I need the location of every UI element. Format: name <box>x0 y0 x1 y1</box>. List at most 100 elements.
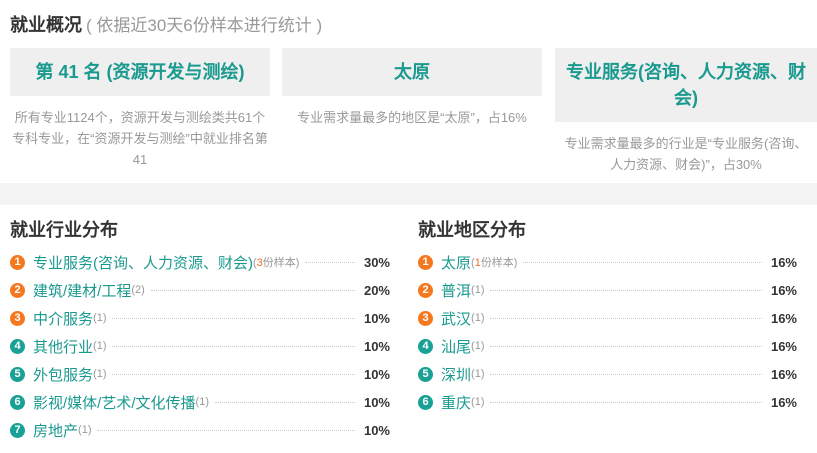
industry-name-link[interactable]: 建筑/建材/工程 <box>33 280 131 301</box>
sample-count-close: 份样本) <box>480 257 518 269</box>
industry-row: 2 建筑/建材/工程 (2) 20% <box>10 276 390 304</box>
region-row: 6 重庆 (1) 16% <box>418 388 797 416</box>
sample-count-note: (1) <box>196 396 209 408</box>
overview-subtitle: ( 依据近30天6份样本进行统计 ) <box>86 16 323 35</box>
dotted-leader <box>150 289 355 291</box>
region-row: 5 深圳 (1) 16% <box>418 360 797 388</box>
region-name-link[interactable]: 重庆 <box>441 392 471 413</box>
sample-count-close: ) <box>480 284 485 296</box>
industry-percentage: 10% <box>363 422 390 438</box>
region-name-link[interactable]: 汕尾 <box>441 336 471 357</box>
industry-row: 4 其他行业 (1) 10% <box>10 332 390 360</box>
overview-card-rank: 第 41 名 (资源开发与测绘) <box>10 48 270 96</box>
overview-card-industry-desc: 专业需求量最多的行业是“专业服务(咨询、人力资源、财会)”，占30% <box>564 136 808 172</box>
industry-row: 6 影视/媒体/艺术/文化传播 (1) 10% <box>10 388 390 416</box>
sample-count-close: ) <box>480 396 485 408</box>
sample-count-note: (1) <box>78 424 91 436</box>
sample-count-note: (1) <box>471 284 484 296</box>
sample-count-close: ) <box>205 396 209 408</box>
region-name-link[interactable]: 普洱 <box>441 280 471 301</box>
dotted-leader <box>490 317 762 319</box>
section-divider <box>0 183 817 205</box>
dotted-leader <box>490 289 762 291</box>
overview-card-industry: 专业服务(咨询、人力资源、财会) <box>555 48 817 122</box>
sample-count-close: ) <box>102 312 107 324</box>
industry-name-link[interactable]: 外包服务 <box>33 364 93 385</box>
industry-row: 1 专业服务(咨询、人力资源、财会) (3份样本) 30% <box>10 248 390 276</box>
dotted-leader <box>490 401 762 403</box>
region-row: 3 武汉 (1) 16% <box>418 304 797 332</box>
sample-count-close: ) <box>480 340 485 352</box>
overview-title: 就业概况 <box>10 15 82 35</box>
overview-card-region: 太原 <box>282 48 542 96</box>
industry-row: 5 外包服务 (1) 10% <box>10 360 390 388</box>
overview-card-rank-desc: 所有专业1124个，资源开发与测绘类共61个专科专业，在“资源开发与测绘”中就业… <box>12 110 268 167</box>
rank-badge: 5 <box>418 366 433 382</box>
dotted-leader <box>112 345 355 347</box>
sample-count-note: (1) <box>471 340 484 352</box>
rank-badge: 3 <box>10 310 25 326</box>
dotted-leader <box>490 345 762 347</box>
region-name-link[interactable]: 深圳 <box>441 364 471 385</box>
rank-badge: 7 <box>10 422 25 438</box>
dotted-leader <box>490 373 762 375</box>
dotted-leader <box>112 373 355 375</box>
industry-percentage: 10% <box>363 338 390 354</box>
dotted-leader <box>112 317 355 319</box>
industry-name-link[interactable]: 影视/媒体/艺术/文化传播 <box>33 392 196 413</box>
rank-badge: 4 <box>10 338 25 354</box>
sample-count-close: ) <box>141 284 145 296</box>
dotted-leader <box>97 429 355 431</box>
sample-count-close: 份样本) <box>262 257 300 269</box>
region-percentage: 16% <box>770 366 797 382</box>
industry-row: 3 中介服务 (1) 10% <box>10 304 390 332</box>
overview-card-industry-headline: 专业服务(咨询、人力资源、财会) <box>566 62 806 108</box>
industry-section-title: 就业行业分布 <box>10 220 118 240</box>
region-row: 4 汕尾 (1) 16% <box>418 332 797 360</box>
sample-count-note: (2) <box>131 284 144 296</box>
region-percentage: 16% <box>770 338 797 354</box>
industry-percentage: 20% <box>363 282 390 298</box>
industry-name-link[interactable]: 中介服务 <box>33 308 93 329</box>
sample-count-close: ) <box>480 312 485 324</box>
region-list: 1 太原 (1份样本) 16% 2 普洱 (1) 16% 3 武汉 (1) 16% 4 汕尾 (1) 16% 5… <box>418 248 797 416</box>
industry-percentage: 10% <box>363 310 390 326</box>
region-percentage: 16% <box>770 254 797 270</box>
sample-count-close: ) <box>102 368 107 380</box>
region-row: 2 普洱 (1) 16% <box>418 276 797 304</box>
sample-count-note: (1) <box>471 368 484 380</box>
overview-header: 就业概况( 依据近30天6份样本进行统计 ) <box>10 13 322 39</box>
rank-badge: 4 <box>418 338 433 354</box>
rank-badge: 1 <box>418 254 433 270</box>
sample-count-close: ) <box>102 340 107 352</box>
region-name-link[interactable]: 太原 <box>441 252 471 273</box>
industry-percentage: 30% <box>363 254 390 270</box>
industry-name-link[interactable]: 房地产 <box>33 420 78 441</box>
overview-card-region-headline: 太原 <box>394 62 430 82</box>
dotted-leader <box>305 261 355 263</box>
region-name-link[interactable]: 武汉 <box>441 308 471 329</box>
sample-count-close: ) <box>480 368 485 380</box>
rank-badge: 6 <box>10 394 25 410</box>
sample-count-close: ) <box>87 424 92 436</box>
rank-badge: 5 <box>10 366 25 382</box>
rank-badge: 2 <box>10 282 25 298</box>
industry-percentage: 10% <box>363 366 390 382</box>
rank-badge: 6 <box>418 394 433 410</box>
dotted-leader <box>523 261 762 263</box>
industry-name-link[interactable]: 专业服务(咨询、人力资源、财会) <box>33 252 253 273</box>
region-percentage: 16% <box>770 394 797 410</box>
industry-list: 1 专业服务(咨询、人力资源、财会) (3份样本) 30% 2 建筑/建材/工程 (2) 20… <box>10 248 390 444</box>
sample-count-note: (1) <box>93 340 106 352</box>
industry-percentage: 10% <box>363 394 390 410</box>
region-percentage: 16% <box>770 310 797 326</box>
dotted-leader <box>214 401 355 403</box>
industry-name-link[interactable]: 其他行业 <box>33 336 93 357</box>
region-percentage: 16% <box>770 282 797 298</box>
sample-count-note: (3份样本) <box>253 254 299 270</box>
overview-card-region-desc: 专业需求量最多的地区是“太原”，占16% <box>297 110 527 125</box>
rank-badge: 2 <box>418 282 433 298</box>
sample-count-note: (1) <box>93 368 106 380</box>
rank-badge: 3 <box>418 310 433 326</box>
rank-badge: 1 <box>10 254 25 270</box>
